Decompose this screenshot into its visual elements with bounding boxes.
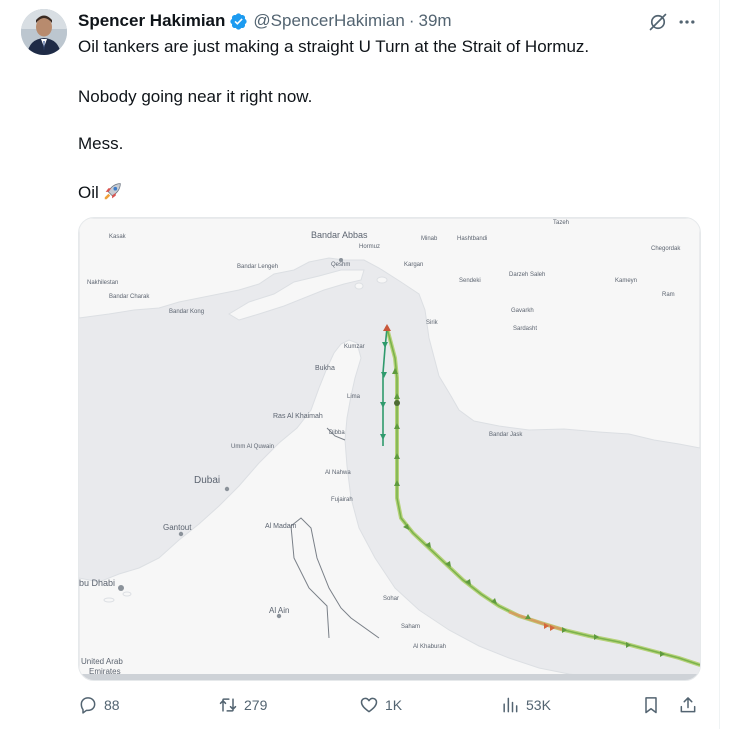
map-label: Minab [421,236,438,242]
map-label: Hormuz [359,244,380,250]
tweet-text-line: Mess. [78,134,124,153]
separator-dot: · [408,11,415,30]
map-label: Qeshm [331,262,350,268]
tweet-text-line-oil: Oil [78,180,124,203]
map-image[interactable]: Bandar Abbas Hormuz Qeshm Bandar Lengeh … [78,217,701,681]
views-count: 53K [526,697,551,713]
share-icon [680,697,696,713]
retweet-count: 279 [244,697,268,713]
map-label: Bandar Kong [169,309,204,315]
map-label: Ras Al Khaimah [273,413,323,420]
bookmark-button[interactable] [641,692,661,718]
more-icon[interactable] [676,12,698,32]
map-label: Kargan [404,262,423,268]
map-label: Umm Al Quwain [231,444,274,450]
map-label: Tazeh [553,220,569,226]
map-label: Kasak [109,234,127,240]
reply-button[interactable]: 88 [78,692,120,718]
map-label: Emirates [89,667,121,676]
map-label: Ram [662,292,675,298]
map-label: Fujairah [331,497,353,503]
reply-icon [80,697,96,714]
tweet-text-line: Nobody going near it right now. [78,87,313,106]
map-label: Bandar Abbas [311,230,368,240]
map-label: Dibba [329,430,345,436]
map-label: Sardasht [513,326,537,332]
tweet: Spencer Hakimian @SpencerHakimian · 39m … [0,0,738,729]
map-label: Sohar [383,596,399,602]
map-label: Sirik [426,320,439,326]
map-label: Gantout [163,523,192,532]
map-label: Bandar Charak [109,294,150,300]
grok-icon[interactable] [648,12,668,32]
map-label: Gavarkh [511,308,534,314]
bookmark-icon [645,697,657,714]
map-label: United Arab [81,657,123,666]
map-label: bu Dhabi [79,578,115,588]
map-label: Al Khaburah [413,644,446,650]
map-label: Dubai [194,475,220,486]
map-label: Bandar Lengeh [237,264,278,270]
like-count: 1K [385,697,403,713]
share-button[interactable] [678,692,698,718]
map-label: Bukha [315,365,335,372]
map-label: Saham [401,624,420,630]
map-svg: Bandar Abbas Hormuz Qeshm Bandar Lengeh … [79,218,700,680]
map-label: Chegordak [651,246,681,252]
views-icon [503,697,518,713]
timeline-border [719,0,720,729]
tweet-header: Spencer Hakimian @SpencerHakimian · 39m [78,10,452,32]
map-label: Kumzar [344,344,365,350]
map-label: Al Ain [269,606,289,615]
timestamp[interactable]: 39m [419,11,452,31]
map-label: Darzeh Saleh [509,272,545,278]
reply-count: 88 [104,697,120,713]
avatar[interactable] [21,9,67,55]
tweet-actions: 88 279 1K 53K [74,692,704,718]
map-label: Hashtbandi [457,236,487,242]
like-button[interactable]: 1K [359,692,402,718]
author-handle[interactable]: @SpencerHakimian [253,11,404,31]
verified-badge-icon [230,12,248,30]
retweet-icon [219,698,237,712]
avatar-image [21,9,67,55]
retweet-button[interactable]: 279 [218,692,267,718]
map-label: Nakhilestan [87,280,118,286]
views-button[interactable]: 53K [500,692,551,718]
author-name[interactable]: Spencer Hakimian [78,11,225,31]
map-label: Bandar Jask [489,432,523,438]
rocket-emoji-icon [104,183,121,200]
tweet-text-oil: Oil [78,183,99,202]
map-label: Al Nahwa [325,470,351,476]
tweet-text-line: Oil tankers are just making a straight U… [78,37,590,56]
map-label: Sendeki [459,278,481,284]
map-label: Al Madam [265,523,297,530]
map-label: Kameyn [615,278,637,284]
map-label: Lima [347,394,361,400]
heart-icon [360,697,378,713]
